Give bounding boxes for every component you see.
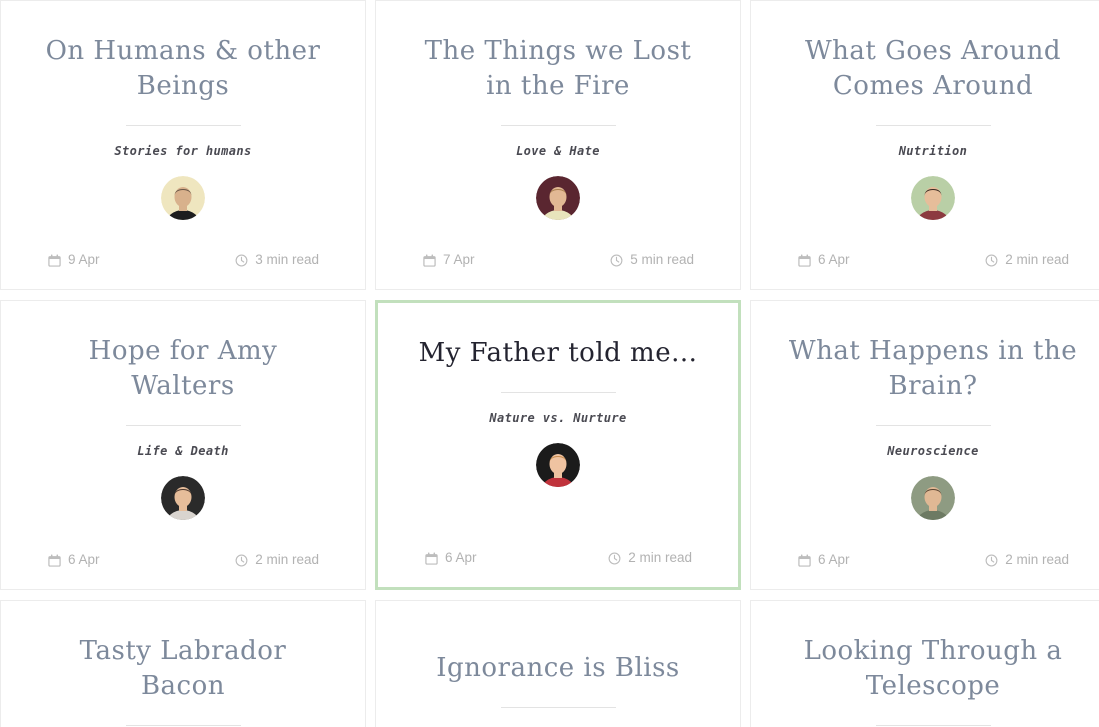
- card-read-time: 2 min read: [984, 253, 1069, 267]
- card-body: Ignorance is Bliss: [376, 601, 740, 727]
- card-date: 6 Apr: [47, 553, 100, 567]
- avatar: [911, 176, 955, 220]
- story-card[interactable]: On Humans & other Beings Stories for huma…: [0, 0, 366, 290]
- card-divider: [875, 425, 991, 426]
- card-date: 6 Apr: [797, 253, 850, 267]
- story-card[interactable]: Ignorance is Bliss: [375, 600, 741, 727]
- card-divider: [500, 125, 616, 126]
- avatar: [161, 476, 205, 520]
- card-footer: 9 Apr 3 min read: [1, 253, 365, 289]
- card-read-time: 5 min read: [609, 253, 694, 267]
- card-body: My Father told me... Nature vs. Nurture: [378, 303, 738, 551]
- story-card[interactable]: What Happens in the Brain? Neuroscience 6 …: [750, 300, 1099, 590]
- card-read-time: 2 min read: [984, 553, 1069, 567]
- card-subtitle: Nutrition: [898, 144, 968, 158]
- card-date-label: 7 Apr: [443, 252, 475, 268]
- card-divider: [125, 125, 241, 126]
- card-title: Hope for Amy Walters: [88, 336, 278, 401]
- card-body: Tasty Labrador Bacon: [1, 601, 365, 727]
- card-footer: 6 Apr 2 min read: [1, 553, 365, 589]
- story-card[interactable]: Looking Through a Telescope: [750, 600, 1099, 727]
- avatar: [161, 176, 205, 220]
- card-title: Looking Through a Telescope: [803, 636, 1063, 701]
- card-footer: 6 Apr 2 min read: [751, 553, 1099, 589]
- card-read-time-label: 2 min read: [1005, 252, 1069, 268]
- clock-icon: [607, 551, 621, 565]
- card-read-time: 3 min read: [234, 253, 319, 267]
- avatar: [536, 176, 580, 220]
- clock-icon: [984, 253, 998, 267]
- story-card-selected[interactable]: My Father told me... Nature vs. Nurture 6 …: [375, 300, 741, 590]
- card-title: Ignorance is Bliss: [436, 653, 680, 683]
- card-divider: [875, 125, 991, 126]
- story-card[interactable]: The Things we Lost in the Fire Love & Hat…: [375, 0, 741, 290]
- card-subtitle: Life & Death: [137, 444, 229, 458]
- calendar-icon: [47, 553, 61, 567]
- card-title: The Things we Lost in the Fire: [424, 36, 692, 101]
- card-title: On Humans & other Beings: [45, 36, 321, 101]
- card-date: 6 Apr: [424, 551, 477, 565]
- card-read-time-label: 2 min read: [255, 552, 319, 568]
- card-date: 6 Apr: [797, 553, 850, 567]
- card-subtitle: Stories for humans: [114, 144, 252, 158]
- card-subtitle: Love & Hate: [516, 144, 600, 158]
- card-date: 7 Apr: [422, 253, 475, 267]
- calendar-icon: [47, 253, 61, 267]
- card-date: 9 Apr: [47, 253, 100, 267]
- card-subtitle: Neuroscience: [887, 444, 979, 458]
- card-read-time-label: 2 min read: [628, 550, 692, 566]
- card-read-time-label: 3 min read: [255, 252, 319, 268]
- card-divider: [875, 725, 991, 726]
- card-date-label: 9 Apr: [68, 252, 100, 268]
- clock-icon: [984, 553, 998, 567]
- card-body: Looking Through a Telescope: [751, 601, 1099, 727]
- card-read-time: 2 min read: [607, 551, 692, 565]
- card-title: My Father told me...: [418, 338, 698, 368]
- card-body: What Happens in the Brain? Neuroscience: [751, 301, 1099, 553]
- card-title: What Goes Around Comes Around: [804, 36, 1062, 101]
- card-body: On Humans & other Beings Stories for huma…: [1, 1, 365, 253]
- card-date-label: 6 Apr: [818, 552, 850, 568]
- card-divider: [500, 707, 616, 708]
- card-read-time-label: 5 min read: [630, 252, 694, 268]
- card-body: What Goes Around Comes Around Nutrition: [751, 1, 1099, 253]
- story-card[interactable]: What Goes Around Comes Around Nutrition 6 …: [750, 0, 1099, 290]
- card-subtitle: Nature vs. Nurture: [489, 411, 627, 425]
- avatar: [536, 443, 580, 487]
- card-footer: 6 Apr 2 min read: [751, 253, 1099, 289]
- card-title: What Happens in the Brain?: [788, 336, 1078, 401]
- card-divider: [125, 725, 241, 726]
- clock-icon: [234, 253, 248, 267]
- card-date-label: 6 Apr: [445, 550, 477, 566]
- calendar-icon: [424, 551, 438, 565]
- card-read-time-label: 2 min read: [1005, 552, 1069, 568]
- card-body: Hope for Amy Walters Life & Death: [1, 301, 365, 553]
- card-footer: 7 Apr 5 min read: [376, 253, 740, 289]
- card-read-time: 2 min read: [234, 553, 319, 567]
- card-body: The Things we Lost in the Fire Love & Hat…: [376, 1, 740, 253]
- card-date-label: 6 Apr: [68, 552, 100, 568]
- story-card[interactable]: Tasty Labrador Bacon: [0, 600, 366, 727]
- story-card[interactable]: Hope for Amy Walters Life & Death 6 Apr 2 m…: [0, 300, 366, 590]
- calendar-icon: [797, 553, 811, 567]
- clock-icon: [609, 253, 623, 267]
- calendar-icon: [422, 253, 436, 267]
- card-divider: [125, 425, 241, 426]
- card-title: Tasty Labrador Bacon: [79, 636, 287, 701]
- story-card-grid: On Humans & other Beings Stories for huma…: [0, 0, 1099, 727]
- card-footer: 6 Apr 2 min read: [378, 551, 738, 587]
- avatar: [911, 476, 955, 520]
- calendar-icon: [797, 253, 811, 267]
- card-divider: [500, 392, 616, 393]
- clock-icon: [234, 553, 248, 567]
- card-date-label: 6 Apr: [818, 252, 850, 268]
